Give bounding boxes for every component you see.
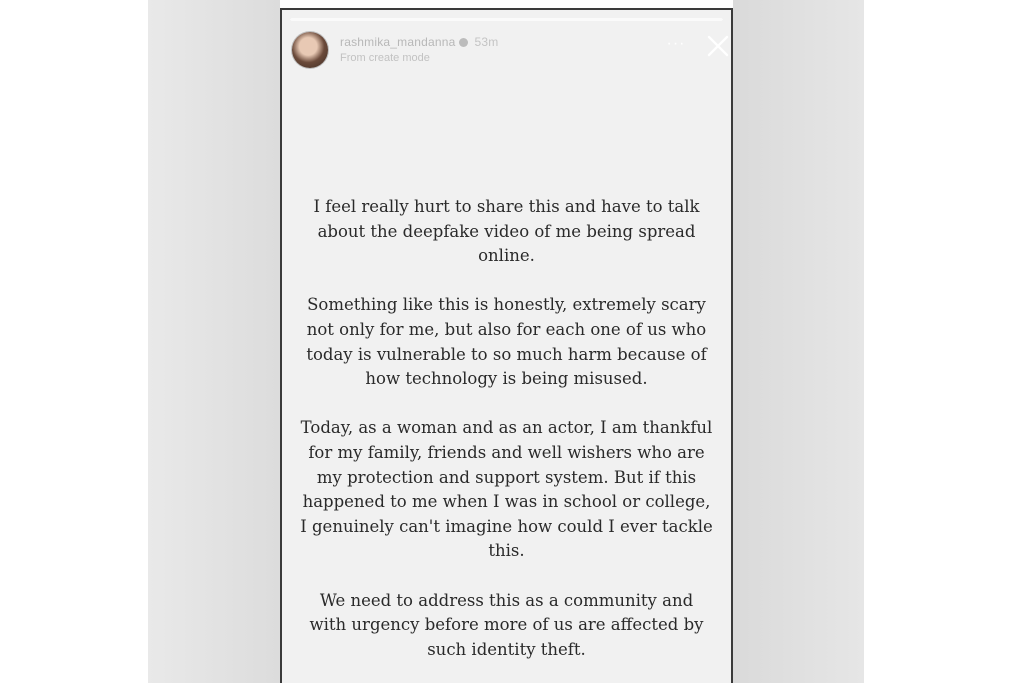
more-options-button[interactable]: ···	[664, 36, 688, 56]
story-paragraph: Something like this is honestly, extreme…	[282, 293, 731, 391]
story-progress-fill	[290, 18, 723, 21]
post-time: 53m	[474, 35, 499, 49]
story-progress-bar	[290, 18, 723, 21]
story-text-line: for my family, friends and well wishers …	[308, 442, 705, 462]
story-text-line: online.	[478, 246, 535, 266]
story-text-content: I feel really hurt to share this and hav…	[282, 195, 731, 683]
story-text-line: I genuinely can't imagine how could I ev…	[300, 516, 713, 536]
close-button[interactable]	[704, 32, 731, 60]
story-text-line: Something like this is honestly, extreme…	[307, 295, 706, 315]
story-text-line: my protection and support system. But if…	[316, 467, 697, 487]
screenshot-canvas: rashmika_mandanna 53m From create mode ··…	[0, 0, 1024, 683]
verified-badge-icon	[459, 38, 469, 48]
avatar[interactable]	[292, 32, 328, 68]
story-header: rashmika_mandanna 53m From create mode ··…	[292, 32, 729, 72]
story-text-line: We need to address this as a community a…	[319, 590, 694, 610]
story-text-line: happened to me when I was in school or c…	[302, 492, 711, 512]
background-panel-left	[148, 0, 280, 683]
username[interactable]: rashmika_mandanna	[340, 35, 455, 49]
story-paragraph: I feel really hurt to share this and hav…	[282, 195, 731, 269]
story-text-line: today is vulnerable to so much harm beca…	[306, 344, 707, 364]
story-text-line: I feel really hurt to share this and hav…	[313, 197, 700, 216]
story-viewer[interactable]: rashmika_mandanna 53m From create mode ··…	[280, 8, 733, 683]
story-text-line: with urgency before more of us are affec…	[309, 615, 704, 635]
story-paragraph: Today, as a woman and as an actor, I am …	[282, 416, 731, 564]
story-paragraph: We need to address this as a community a…	[282, 589, 731, 663]
story-text-line: Today, as a woman and as an actor, I am …	[300, 418, 713, 438]
story-text-line: such identity theft.	[427, 639, 586, 659]
story-text-line: this.	[488, 541, 525, 561]
story-subtitle: From create mode	[340, 52, 430, 64]
story-text-line: about the deepfake video of me being spr…	[317, 221, 696, 241]
background-panel-right	[733, 0, 864, 683]
username-row[interactable]: rashmika_mandanna 53m	[340, 35, 498, 49]
close-icon	[707, 35, 729, 57]
story-text-line: not only for me, but also for each one o…	[306, 319, 707, 339]
story-text-line: how technology is being misused.	[365, 369, 648, 389]
